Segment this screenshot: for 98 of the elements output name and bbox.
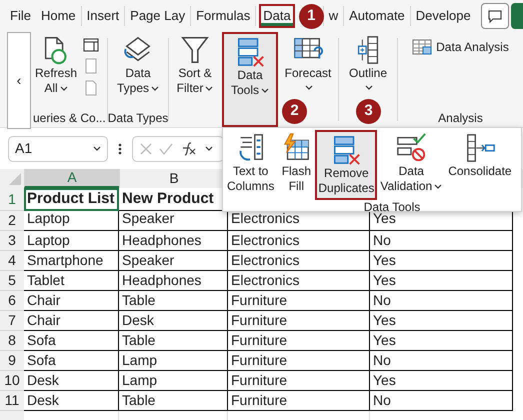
table-cell: Electronics — [228, 251, 370, 271]
row-header[interactable]: 1 — [0, 188, 24, 211]
ribbon-tab[interactable]: Develope — [414, 4, 473, 28]
data-validation-icon — [395, 132, 428, 164]
row-header[interactable]: 7 — [0, 311, 24, 331]
table-cell: Speaker — [119, 211, 228, 231]
ribbon-button[interactable]: Refresh All — [31, 32, 81, 98]
ribbon-button[interactable]: Outline — [341, 32, 395, 95]
ribbon-button[interactable]: Data Validation — [377, 130, 446, 196]
document-icon[interactable] — [83, 58, 99, 74]
table-cell: Product List — [24, 188, 119, 211]
row-header[interactable]: 2 — [0, 211, 24, 231]
row-header[interactable]: 5 — [0, 271, 24, 291]
chevron-down-icon — [205, 86, 214, 92]
group-label: Data Types — [108, 110, 168, 127]
chevron-down-icon — [434, 184, 442, 190]
ribbon-button[interactable]: Forecast — [278, 32, 338, 95]
ribbon-tab[interactable]: Insert — [84, 4, 122, 28]
ribbon-tab[interactable]: Formulas — [194, 4, 252, 28]
data-analysis-button[interactable]: Data Analysis — [412, 32, 509, 56]
chevron-down-icon — [60, 86, 68, 92]
table-cell: Electronics — [228, 271, 370, 291]
document-icon[interactable] — [83, 80, 99, 96]
table-cell: Yes — [370, 331, 513, 351]
table-cell: Desk — [119, 311, 228, 331]
column-header[interactable]: A — [24, 169, 119, 188]
table-cell: No — [370, 291, 513, 311]
properties-icon[interactable] — [83, 38, 99, 52]
table-cell: Tablet — [24, 271, 119, 291]
ribbon-button[interactable]: Data Tools — [222, 32, 278, 127]
table-cell: Furniture — [228, 371, 370, 391]
group-label: Data Tools — [364, 200, 420, 214]
row-header[interactable]: 10 — [0, 371, 24, 391]
table-cell: Table — [119, 391, 228, 411]
table-cell: Speaker — [119, 251, 228, 271]
enter-icon[interactable] — [159, 142, 173, 156]
row-header[interactable]: 8 — [0, 331, 24, 351]
table-cell: Furniture — [228, 391, 370, 411]
ribbon-tab[interactable]: Data — [259, 4, 295, 28]
table-cell: Laptop — [24, 211, 119, 231]
table-cell: Yes — [370, 311, 513, 331]
chevron-down-icon — [365, 84, 373, 91]
cancel-icon[interactable] — [139, 142, 153, 156]
name-box[interactable]: A1 — [8, 136, 108, 162]
scroll-left-button[interactable]: ‹ — [7, 32, 31, 129]
step-badge: 1 — [298, 4, 324, 28]
group-label: Analysis — [438, 110, 483, 127]
table-cell: Laptop — [24, 231, 119, 251]
chevron-down-icon — [261, 88, 269, 94]
table-cell: Furniture — [228, 351, 370, 371]
table-cell: No — [370, 391, 513, 411]
ribbon-button[interactable]: Consolidate — [445, 130, 515, 181]
table-cell: Yes — [370, 371, 513, 391]
ribbon-tab[interactable]: w — [326, 4, 340, 28]
table-cell: Headphones — [119, 231, 228, 251]
table-icon — [412, 38, 432, 56]
row-header[interactable]: 9 — [0, 351, 24, 371]
group-label: ueries & Co... — [33, 110, 107, 127]
table-cell: Sofa — [24, 331, 119, 351]
table-cell: Smartphone — [24, 251, 119, 271]
table-cell: No — [370, 231, 513, 251]
comment-icon — [488, 10, 502, 22]
comment-button[interactable] — [481, 3, 509, 29]
ribbon-tab[interactable]: Automate — [347, 4, 407, 28]
ribbon-button[interactable]: Sort & Filter — [171, 32, 219, 98]
chevron-down-icon — [151, 86, 159, 92]
chevron-down-icon — [305, 84, 313, 91]
table-cell: Headphones — [119, 271, 228, 291]
table-cell: Furniture — [228, 291, 370, 311]
table-cell: Sofa — [24, 351, 119, 371]
more-icon[interactable] — [118, 142, 122, 156]
table-cell: Lamp — [119, 351, 228, 371]
table-cell: Yes — [370, 251, 513, 271]
chevron-down-icon — [205, 146, 213, 152]
table-cell: Desk — [24, 371, 119, 391]
table-cell: Desk — [24, 391, 119, 411]
table-cell: Electronics — [228, 231, 370, 251]
ribbon-tab[interactable]: File — [8, 4, 33, 28]
row-header[interactable]: 3 — [0, 231, 24, 251]
table-cell: Lamp — [119, 371, 228, 391]
table-cell: Yes — [370, 271, 513, 291]
table-cell: Furniture — [228, 311, 370, 331]
row-header[interactable]: 6 — [0, 291, 24, 311]
table-cell: No — [370, 351, 513, 371]
table-cell: Chair — [24, 311, 119, 331]
ribbon-button[interactable]: Remove Duplicates — [315, 130, 378, 200]
table-cell: Table — [119, 331, 228, 351]
ribbon-tab[interactable]: Home — [38, 4, 78, 28]
table-cell: Furniture — [228, 331, 370, 351]
table-cell: Chair — [24, 291, 119, 311]
row-header[interactable]: 11 — [0, 391, 24, 411]
chevron-down-icon — [93, 146, 101, 152]
table-cell: Table — [119, 291, 228, 311]
select-all-icon[interactable] — [8, 172, 22, 186]
ribbon-button[interactable]: Data Types — [114, 32, 162, 98]
ribbon-tab[interactable]: Page Lay — [128, 4, 188, 28]
row-header[interactable]: 4 — [0, 251, 24, 271]
ribbon-button[interactable]: Flash Fill — [277, 130, 316, 196]
